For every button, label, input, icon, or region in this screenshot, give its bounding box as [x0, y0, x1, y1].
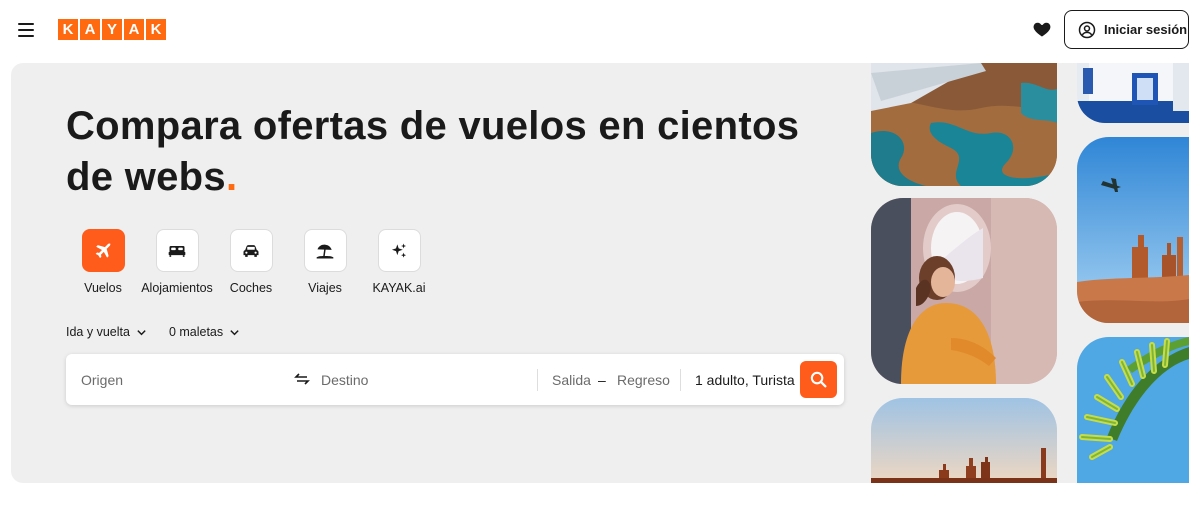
logo-letter: A	[124, 19, 144, 40]
page-title: Compara ofertas de vuelos en cientos de …	[66, 101, 846, 203]
divider	[680, 369, 681, 391]
swap-arrows-icon[interactable]	[294, 371, 310, 387]
bags-value: 0 maletas	[168, 325, 224, 339]
tab-label: Alojamientos	[141, 281, 213, 295]
departure-date-input[interactable]: Salida	[552, 354, 591, 405]
tab-viajes[interactable]: Viajes	[288, 229, 362, 295]
vertical-tabs: Vuelos Alojamientos Coches Viajes KAYAK.…	[66, 229, 436, 295]
bags-dropdown[interactable]: 0 maletas	[169, 325, 240, 339]
tab-vuelos[interactable]: Vuelos	[66, 229, 140, 295]
origin-input[interactable]: Origen	[81, 354, 281, 405]
trip-type-dropdown[interactable]: Ida y vuelta	[66, 325, 147, 339]
white-building-photo	[1077, 63, 1189, 123]
signin-label: Iniciar sesión	[1104, 22, 1188, 37]
bed-icon	[155, 229, 199, 272]
chevron-down-icon	[230, 329, 239, 335]
user-circle-icon	[1078, 21, 1096, 38]
date-separator: –	[598, 371, 606, 388]
airplane-icon	[81, 229, 125, 272]
headline-text: Compara ofertas de vuelos en cientos de …	[66, 104, 800, 199]
search-button[interactable]	[800, 361, 837, 398]
divider	[537, 369, 538, 391]
chevron-down-icon	[137, 329, 146, 335]
logo-letter: K	[58, 19, 78, 40]
headline-dot: .	[225, 155, 238, 199]
palm-tree-photo	[1077, 337, 1189, 483]
trip-type-value: Ida y vuelta	[66, 325, 130, 339]
tab-kayak-ai[interactable]: KAYAK.ai	[362, 229, 436, 295]
kayak-logo[interactable]: K A Y A K	[58, 19, 166, 40]
signin-button[interactable]: Iniciar sesión	[1064, 10, 1189, 49]
tab-label: Vuelos	[84, 281, 122, 295]
tab-label: KAYAK.ai	[372, 281, 426, 295]
car-icon	[229, 229, 273, 272]
top-navigation-bar: K A Y A K Iniciar sesión	[0, 0, 1200, 60]
logo-letter: A	[80, 19, 100, 40]
tab-coches[interactable]: Coches	[214, 229, 288, 295]
search-options: Ida y vuelta 0 maletas	[66, 325, 240, 339]
search-icon	[810, 371, 827, 388]
child-at-airplane-window-photo	[871, 198, 1057, 384]
flight-search-form: Origen Destino Salida – Regreso 1 adulto…	[66, 354, 844, 405]
hamburger-menu-icon[interactable]	[14, 18, 38, 42]
desert-sunset-photo	[871, 398, 1057, 483]
sparkles-icon	[377, 229, 421, 272]
tab-alojamientos[interactable]: Alojamientos	[140, 229, 214, 295]
beach-umbrella-icon	[303, 229, 347, 272]
aerial-landscape-photo	[871, 63, 1057, 186]
passengers-selector[interactable]: 1 adulto, Turista	[695, 354, 795, 405]
logo-letter: K	[146, 19, 166, 40]
destination-input[interactable]: Destino	[321, 354, 521, 405]
heart-icon[interactable]	[1032, 19, 1052, 39]
tab-label: Coches	[229, 281, 273, 295]
tab-label: Viajes	[308, 281, 342, 295]
return-date-input[interactable]: Regreso	[617, 354, 670, 405]
logo-letter: Y	[102, 19, 122, 40]
desert-monument-valley-photo	[1077, 137, 1189, 323]
